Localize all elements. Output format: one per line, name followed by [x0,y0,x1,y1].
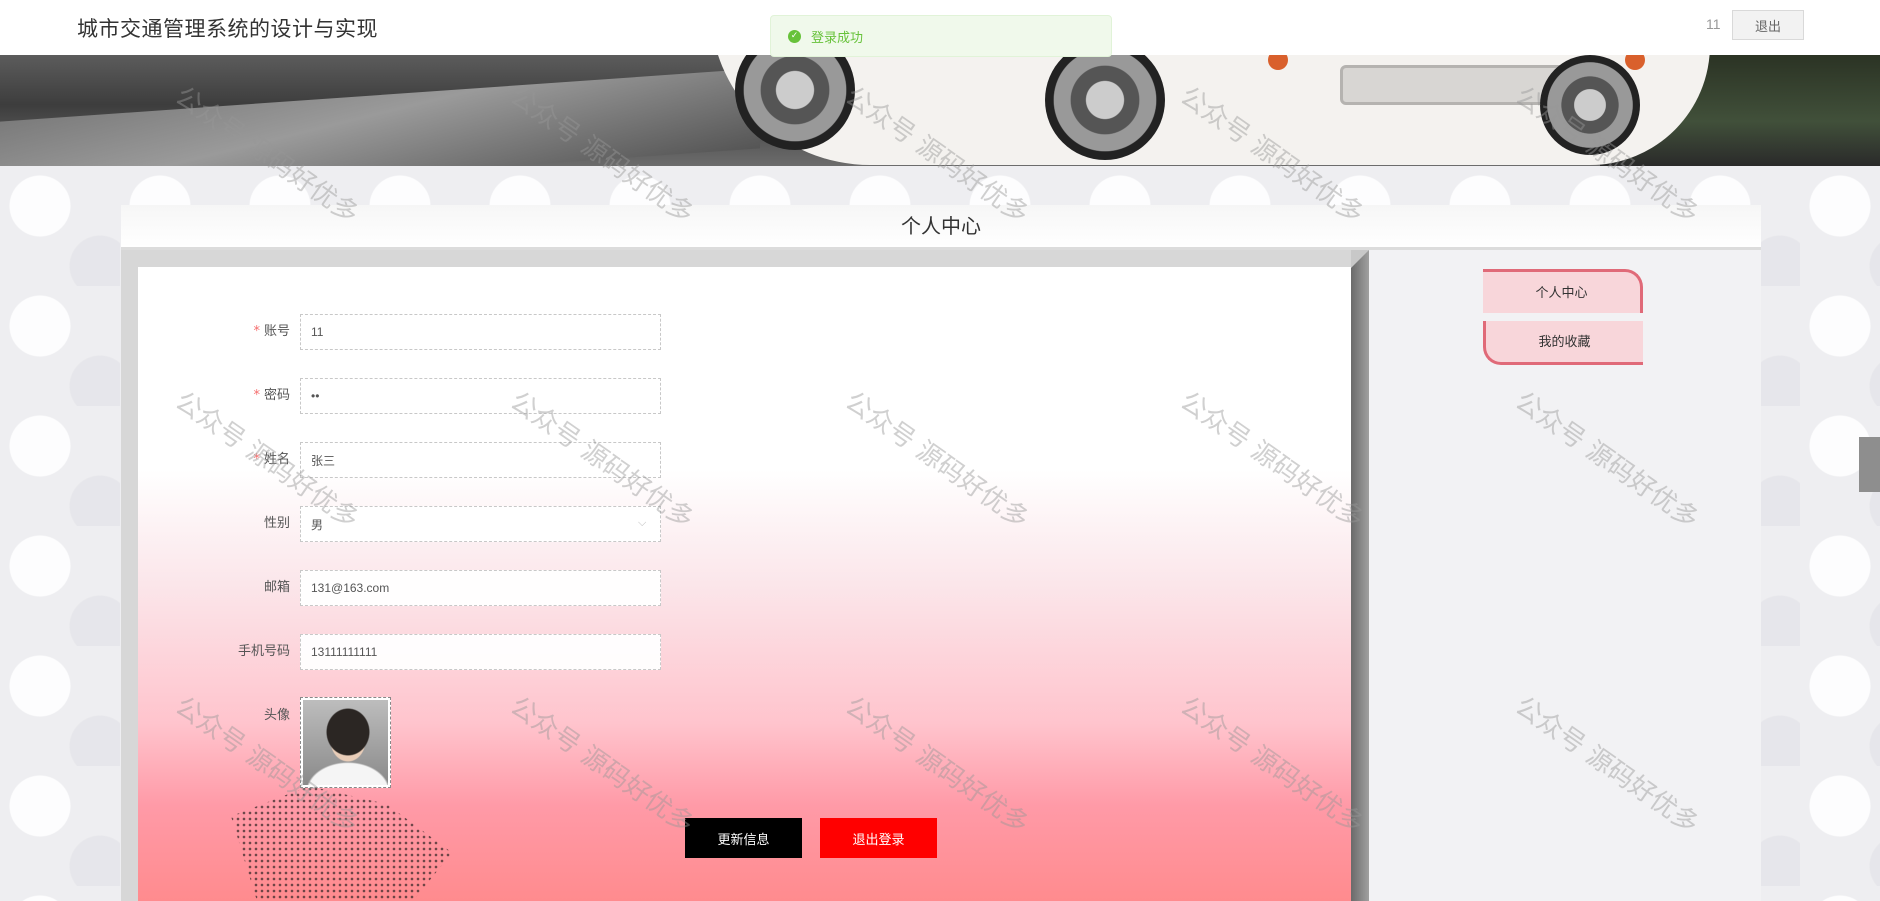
phone-input[interactable] [300,634,661,670]
name-label: * 姓名 [253,452,290,467]
avatar-row: 头像 [0,698,290,734]
banner-image [0,55,1880,166]
name-row: * 姓名 [0,442,290,478]
email-row: 邮箱 [0,570,290,606]
panel-header: 个人中心 [121,205,1761,250]
avatar-label: 头像 [263,708,290,723]
phone-label: 手机号码 [237,644,290,659]
avatar [303,700,388,785]
email-input[interactable] [300,570,661,606]
logout-button[interactable]: 退出 [1732,10,1804,40]
avatar-upload[interactable] [300,697,391,788]
scrollbar-thumb[interactable] [1859,437,1880,492]
account-row: * 账号 [0,314,290,350]
email-label: 邮箱 [263,580,290,595]
chevron-down-icon[interactable]: ⌵ [638,516,646,530]
sidebar-item-favorites[interactable]: 我的收藏 [1483,321,1643,365]
password-input[interactable] [300,378,661,414]
update-info-button[interactable]: 更新信息 [685,818,802,858]
runner-illustration [231,786,452,901]
toast-message: 登录成功 [811,30,864,46]
name-input[interactable] [300,442,661,478]
account-input[interactable] [300,314,661,350]
gender-row: 性别 [0,506,290,542]
site-title: 城市交通管理系统的设计与实现 [77,17,378,41]
phone-row: 手机号码 [0,634,290,670]
username: 11 [1706,16,1721,32]
check-circle-icon: ✓ [788,29,801,43]
password-label: * 密码 [253,388,290,403]
frame-shadow [1351,250,1369,901]
account-label: * 账号 [253,324,290,339]
gender-label: 性别 [263,516,290,531]
success-toast: ✓ 登录成功 [770,15,1112,57]
sidebar-item-personal-center[interactable]: 个人中心 [1483,269,1643,313]
password-row: * 密码 [0,378,290,414]
logout-account-button[interactable]: 退出登录 [820,818,937,858]
gender-select[interactable] [300,506,661,542]
page-title: 个人中心 [901,214,981,238]
